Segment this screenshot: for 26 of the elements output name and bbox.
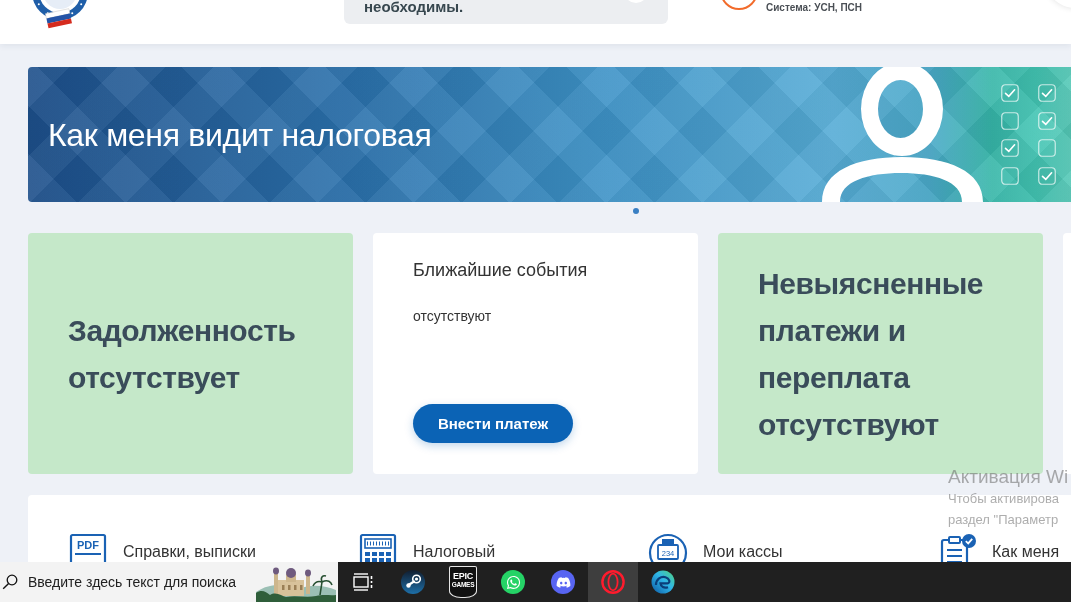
notice-text: необходимы. [364, 0, 464, 16]
shortcut-link[interactable]: Как меня [937, 533, 1060, 562]
edge-icon [651, 570, 675, 594]
discord-icon [551, 570, 575, 594]
pdf-document-icon: PDF [68, 533, 108, 562]
steam-icon [401, 570, 425, 594]
search-field[interactable]: Введите здесь текст для поиска [0, 562, 338, 602]
search-icon [2, 574, 18, 590]
carousel-dot[interactable] [633, 208, 639, 214]
task-view-icon [352, 572, 374, 592]
activation-message: Чтобы активирова раздел "Параметр [948, 490, 1059, 529]
shortcut-link[interactable]: Налоговый [358, 533, 496, 562]
banner-title: Как меня видит налоговая [48, 115, 432, 154]
pay-button[interactable]: Внести платеж [413, 404, 573, 443]
events-title: Ближайшие события [413, 259, 588, 281]
opera-icon [601, 570, 625, 594]
shortcut-link[interactable]: PDF Справки, выписки [68, 533, 256, 562]
search-input[interactable]: Введите здесь текст для поиска [28, 572, 256, 592]
whatsapp-icon [501, 570, 525, 594]
status-message: Задолженность отсутствует [68, 312, 297, 396]
status-message: Невыясненные платежи и переплата отсутствуют [758, 265, 985, 443]
activation-title: Активация Wi [948, 466, 1069, 488]
calculator-icon [358, 533, 398, 562]
promo-banner[interactable]: Как меня видит налоговая [28, 67, 1071, 202]
tax-system-text: Система: УСН, ПСН [766, 2, 863, 14]
events-text: отсутствуют [413, 307, 492, 326]
